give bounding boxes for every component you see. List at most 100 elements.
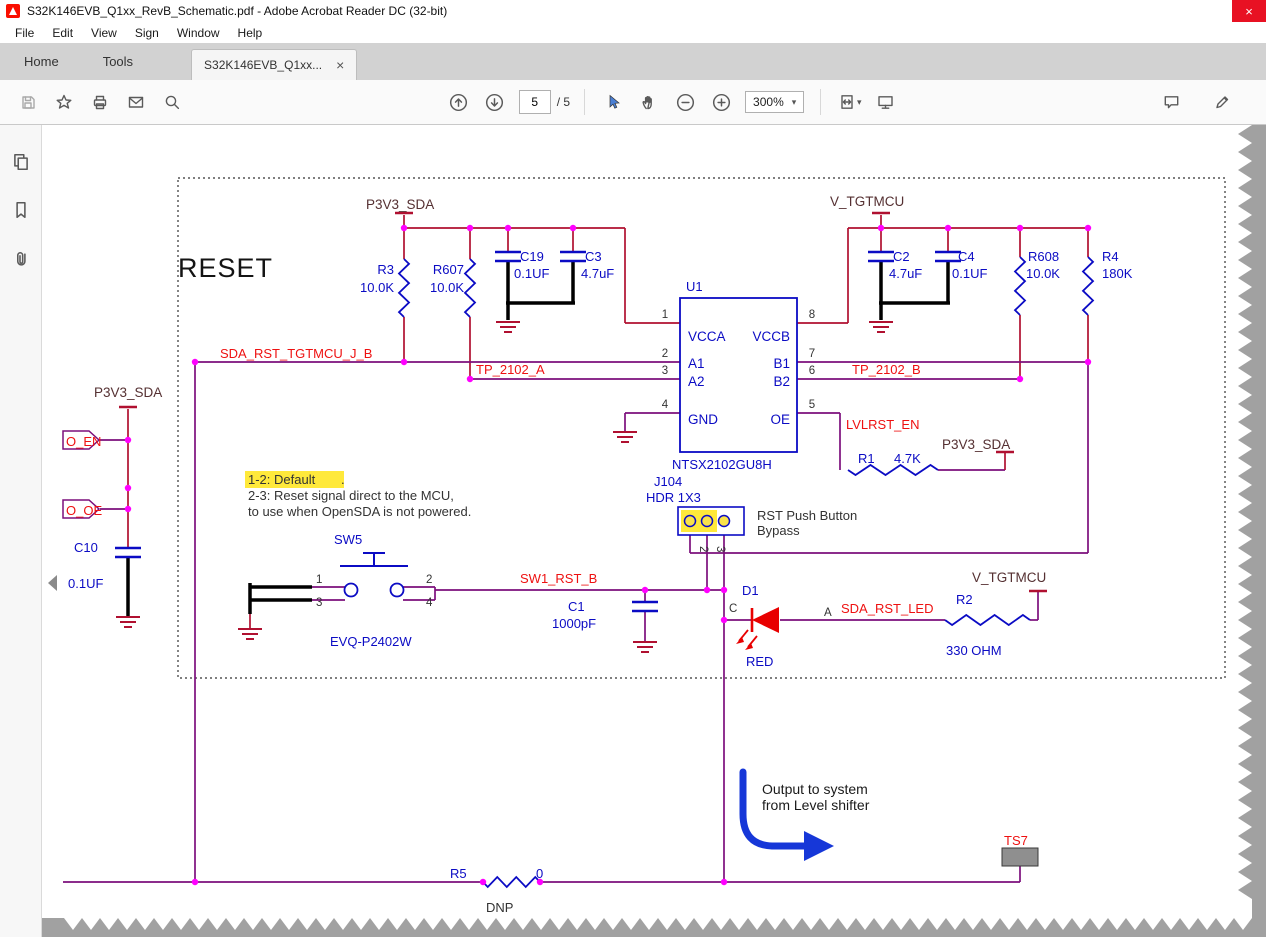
label-r608: R608: [1028, 249, 1059, 264]
tab-bar: Home Tools S32K146EVB_Q1xx... ×: [0, 43, 1266, 80]
pdf-page-view[interactable]: RESET P3V3_SDA V_TGTMCU P3V3_SDA V_TGTMC…: [42, 125, 1266, 937]
junction-dot: [505, 225, 511, 231]
note-default-tail: .: [341, 472, 345, 487]
sw5-pin-4: 4: [426, 597, 433, 609]
toolbar-separator: [820, 89, 821, 115]
label-sw5: SW5: [334, 532, 362, 547]
label-j104-value: HDR 1X3: [646, 490, 701, 505]
chevron-down-icon: ▾: [857, 97, 862, 108]
label-u1: U1: [686, 279, 703, 294]
u1-pin-gnd: GND: [688, 412, 718, 427]
fit-width-button[interactable]: ▾: [831, 85, 867, 119]
menu-view[interactable]: View: [82, 26, 126, 40]
select-tool-button[interactable]: [595, 85, 631, 119]
note-line-2: 2-3: Reset signal direct to the MCU,: [248, 488, 454, 503]
label-c3: C3: [585, 249, 602, 264]
label-r1-value: 4.7K: [894, 451, 921, 466]
junction-dot: [125, 506, 131, 512]
search-icon: [163, 93, 181, 111]
label-c4: C4: [958, 249, 975, 264]
label-c10: C10: [74, 540, 98, 555]
comment-icon: [1162, 93, 1181, 111]
zoom-level-select[interactable]: 300% ▾: [745, 91, 804, 113]
net-tp-2102-a: TP_2102_A: [476, 362, 545, 377]
label-sw5-part: EVQ-P2402W: [330, 634, 412, 649]
u1-pin-a2: A2: [688, 374, 705, 389]
junction-dot: [570, 225, 576, 231]
menu-edit[interactable]: Edit: [43, 26, 82, 40]
previous-page-button[interactable]: [441, 85, 477, 119]
label-p3v3-top: P3V3_SDA: [366, 197, 434, 212]
search-button[interactable]: [154, 85, 190, 119]
hand-icon: [640, 93, 658, 111]
sw5-contact: [391, 584, 404, 597]
label-c1-value: 1000pF: [552, 616, 596, 631]
fit-width-icon: [837, 93, 857, 111]
menu-file[interactable]: File: [6, 26, 43, 40]
select-cursor-icon: [604, 93, 622, 111]
u1-pin-number-1: 1: [662, 309, 668, 321]
menu-sign[interactable]: Sign: [126, 26, 168, 40]
star-icon: [55, 93, 73, 111]
junction-dot: [480, 879, 486, 885]
label-r607: R607: [433, 262, 464, 277]
document-canvas: RESET P3V3_SDA V_TGTMCU P3V3_SDA V_TGTMC…: [42, 125, 1266, 937]
menu-window[interactable]: Window: [168, 26, 229, 40]
sw5-pin-2: 2: [426, 574, 432, 586]
u1-pin-number-2: 2: [662, 348, 668, 360]
net-lvlrst-en: LVLRST_EN: [846, 417, 919, 432]
tab-close-icon[interactable]: ×: [336, 58, 344, 72]
page-down-icon: [485, 93, 504, 112]
hand-tool-button[interactable]: [631, 85, 667, 119]
junction-dot: [467, 225, 473, 231]
zoom-in-button[interactable]: [703, 85, 739, 119]
page-number-input[interactable]: [519, 90, 551, 114]
fill-sign-button[interactable]: [1204, 85, 1240, 119]
window-close-button[interactable]: ×: [1232, 0, 1266, 22]
label-c2-value: 4.7uF: [889, 266, 922, 281]
presentation-mode-button[interactable]: [867, 85, 903, 119]
tab-home[interactable]: Home: [2, 43, 81, 80]
label-r4-value: 180K: [1102, 266, 1133, 281]
menu-help[interactable]: Help: [229, 26, 272, 40]
junction-dot: [401, 225, 407, 231]
label-r2-value: 330 OHM: [946, 643, 1002, 658]
email-button[interactable]: [118, 85, 154, 119]
copy-pages-button[interactable]: [6, 147, 36, 177]
bookmarks-button[interactable]: [6, 195, 36, 225]
sw5-contact: [345, 584, 358, 597]
tab-tools[interactable]: Tools: [81, 43, 155, 80]
sw5-pin-1: 1: [316, 574, 322, 586]
tab-document[interactable]: S32K146EVB_Q1xx... ×: [191, 49, 357, 80]
toolbar-center-group: / 5 300% ▾: [441, 85, 904, 119]
label-r607-value: 10.0K: [430, 280, 464, 295]
note-output-1: Output to system: [762, 781, 868, 797]
label-d1: D1: [742, 583, 759, 598]
note-rst-push-button: RST Push Button: [757, 508, 857, 523]
attachments-button[interactable]: [6, 243, 36, 273]
net-sda-rst-tgtmcu: SDA_RST_TGTMCU_J_B: [220, 346, 372, 361]
paperclip-icon: [11, 248, 31, 268]
next-page-button[interactable]: [477, 85, 513, 119]
zoom-out-button[interactable]: [667, 85, 703, 119]
net-sda-rst-led: SDA_RST_LED: [841, 601, 933, 616]
zoom-out-icon: [676, 93, 695, 112]
page-count-label: / 5: [557, 95, 570, 109]
ts7-pad: [1002, 848, 1038, 866]
u1-pin-b1: B1: [773, 356, 790, 371]
label-j104: J104: [654, 474, 682, 489]
junction-dot: [721, 879, 727, 885]
comment-button[interactable]: [1154, 85, 1190, 119]
label-d1-color: RED: [746, 654, 773, 669]
u1-pin-number-3: 3: [662, 365, 668, 377]
presentation-icon: [876, 93, 895, 111]
label-c1: C1: [568, 599, 585, 614]
zoom-in-icon: [712, 93, 731, 112]
print-button[interactable]: [82, 85, 118, 119]
junction-dot: [1017, 225, 1023, 231]
save-button[interactable]: [10, 85, 46, 119]
label-c2: C2: [893, 249, 910, 264]
favorites-button[interactable]: [46, 85, 82, 119]
j104-pin-3: 3: [714, 546, 726, 552]
main-area: RESET P3V3_SDA V_TGTMCU P3V3_SDA V_TGTMC…: [0, 125, 1266, 937]
